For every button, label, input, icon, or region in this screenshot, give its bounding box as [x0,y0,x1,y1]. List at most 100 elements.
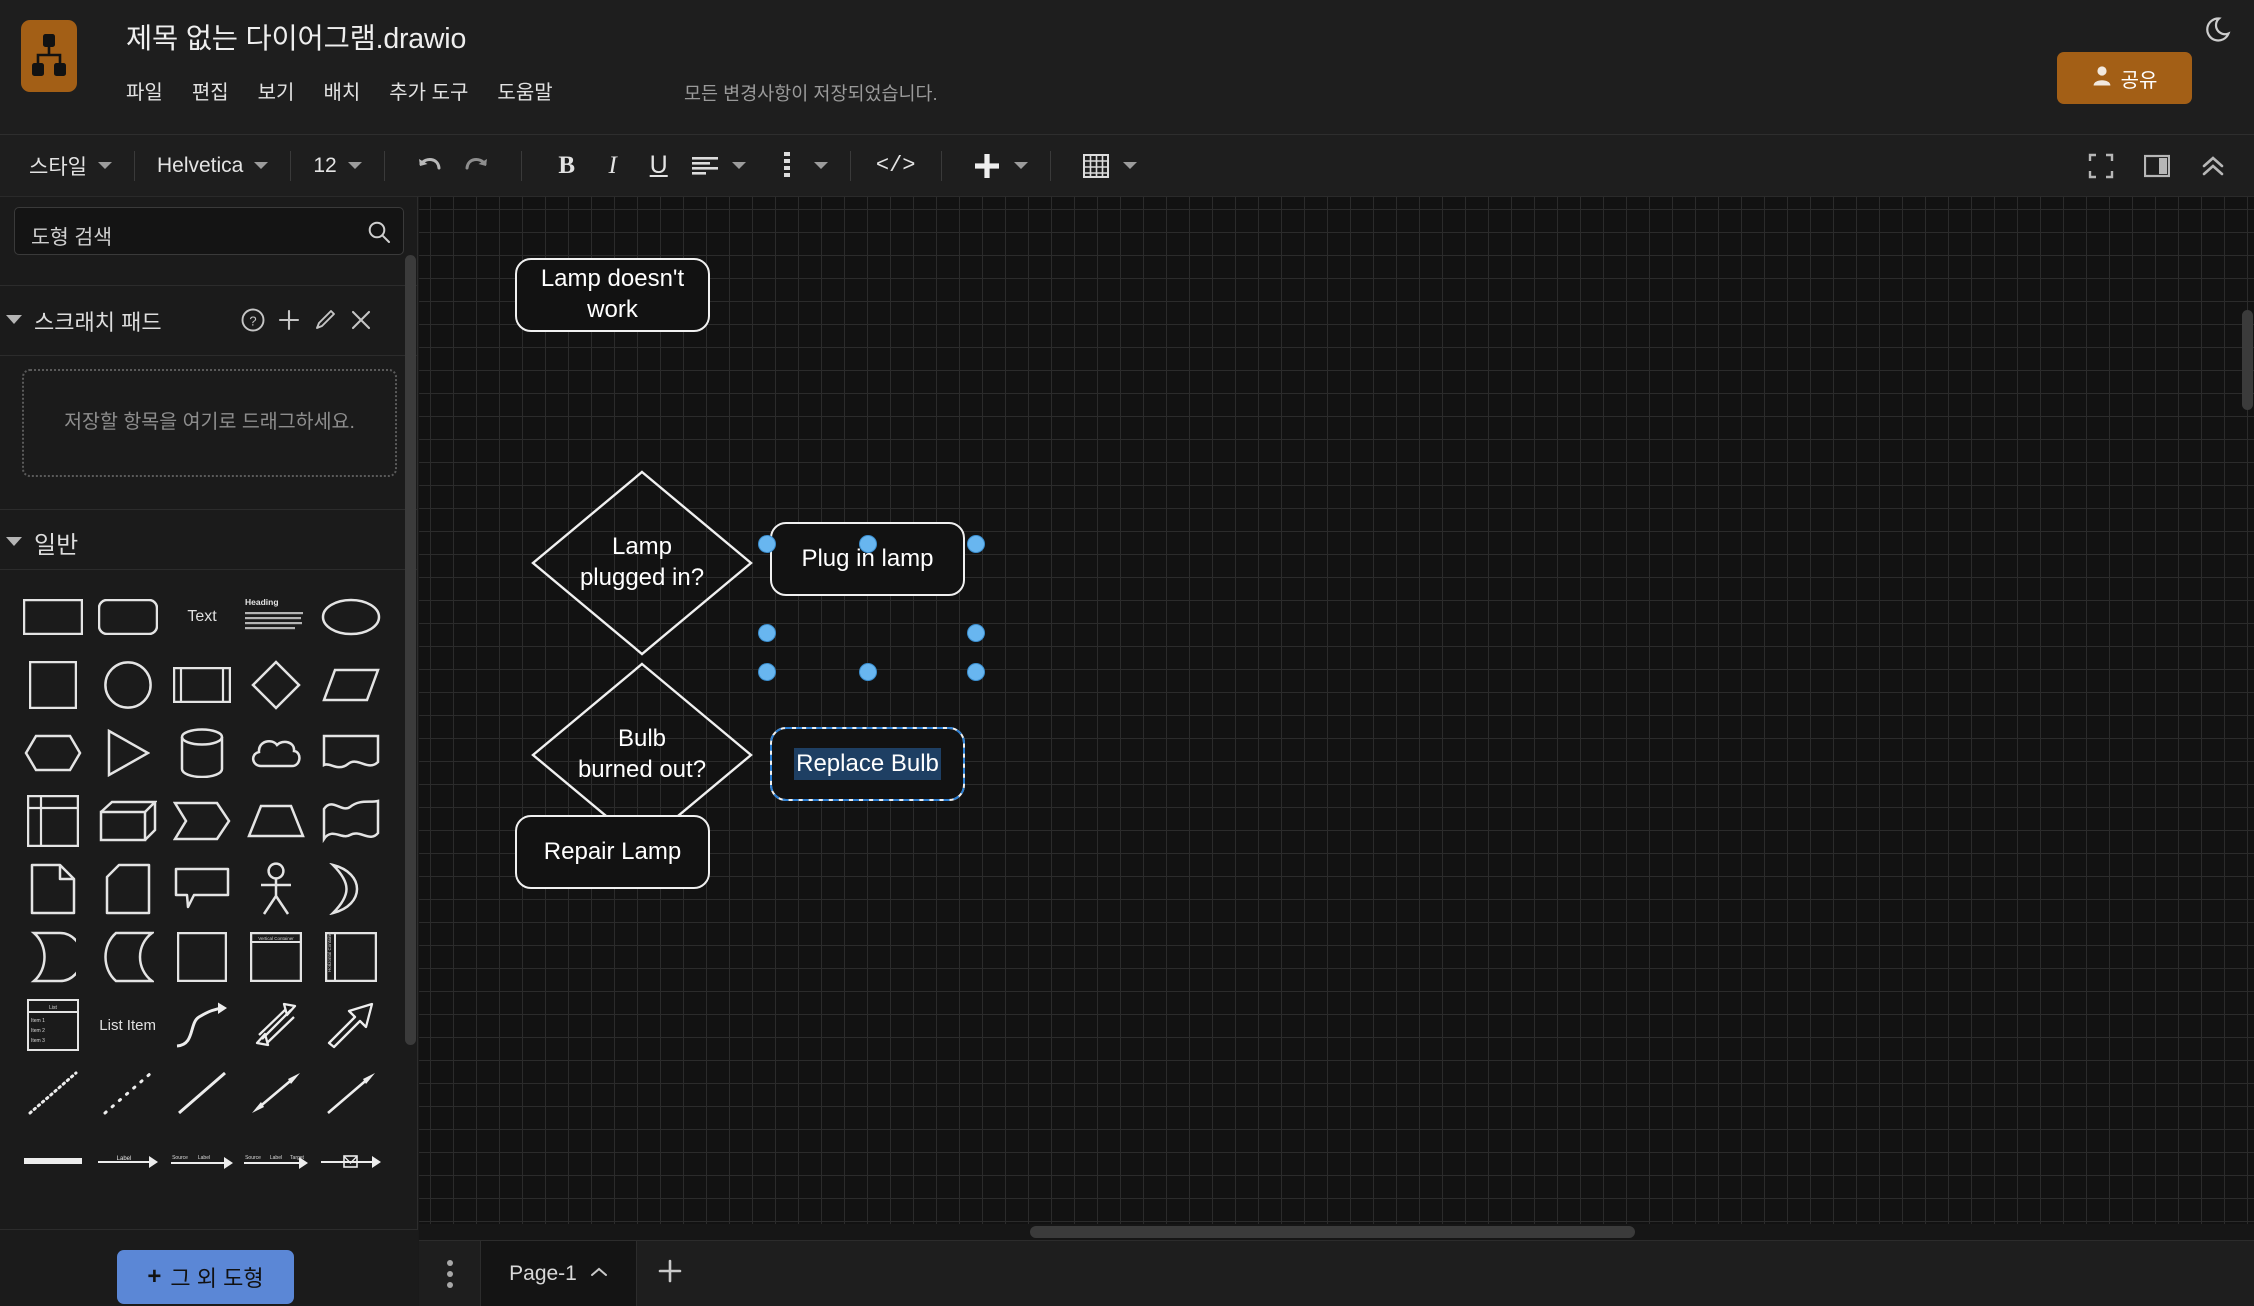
more-shapes-button[interactable]: + 그 외 도형 [117,1250,294,1304]
chevron-down-icon[interactable] [1122,162,1137,169]
shape-rounded-rectangle[interactable] [90,583,164,651]
plus-icon[interactable] [964,143,1010,189]
shape-bidirectional-line[interactable] [239,1059,313,1127]
shape-card[interactable] [90,855,164,923]
shape-source-target-arrow[interactable]: Source Label [165,1127,239,1195]
shape-diamond[interactable] [239,651,313,719]
shape-data-storage[interactable] [16,923,90,991]
font-size-label[interactable]: 12 [313,154,336,178]
shape-hexagon[interactable] [16,719,90,787]
shape-cloud[interactable] [239,719,313,787]
add-page-button[interactable] [637,1241,703,1306]
shape-delay[interactable] [90,923,164,991]
font-family-label[interactable]: Helvetica [157,154,243,178]
redo-button[interactable] [453,143,499,189]
scratchpad-dropzone[interactable]: 저장할 항목을 여기로 드래그하세요. [22,369,397,477]
resize-handle-bottom-left[interactable] [758,663,776,681]
diagram-node-plug-in-lamp[interactable]: Plug in lamp [770,522,965,596]
page-menu-button[interactable] [419,1241,481,1306]
shape-text[interactable]: Text [165,583,239,651]
chevron-double-up-icon[interactable] [2190,143,2236,189]
resize-handle-top-left[interactable] [758,535,776,553]
fullscreen-icon[interactable] [2078,143,2124,189]
shape-plain-line[interactable] [165,1059,239,1127]
font-size-dropdown[interactable]: 12 [313,135,362,197]
table-icon[interactable] [1073,143,1119,189]
shape-step[interactable] [165,787,239,855]
search-input[interactable]: 도형 검색 [14,207,404,255]
chevron-down-icon[interactable] [731,162,746,169]
node-label-selected[interactable]: Replace Bulb [794,747,941,781]
shape-document[interactable] [314,719,388,787]
pencil-icon[interactable] [312,307,338,338]
shape-source-target-label-arrow[interactable]: Source Label Target [239,1127,313,1195]
shape-tape[interactable] [314,787,388,855]
resize-handle-middle-right[interactable] [967,624,985,642]
style-dropdown[interactable]: 스타일 [29,135,112,197]
canvas-vscroll-thumb[interactable] [2242,310,2253,410]
format-panel-icon[interactable] [2134,143,2180,189]
shape-internal-storage[interactable] [16,787,90,855]
resize-handle-middle-left[interactable] [758,624,776,642]
shape-dotted-line-dense[interactable] [16,1059,90,1127]
shape-block-arrow[interactable] [314,991,388,1059]
moon-icon[interactable] [2203,12,2237,46]
page-tab-page-1[interactable]: Page-1 [481,1241,637,1306]
resize-handle-top-right[interactable] [967,535,985,553]
chevron-down-icon[interactable] [813,162,828,169]
shape-circle[interactable] [90,651,164,719]
search-icon[interactable] [367,220,391,249]
shape-note[interactable] [16,855,90,923]
more-vertical-icon[interactable] [764,143,810,189]
shape-actor[interactable] [239,855,313,923]
menu-arrange[interactable]: 배치 [323,76,360,105]
chevron-down-icon[interactable] [254,162,269,169]
shape-parallelogram[interactable] [314,651,388,719]
diagram-node-lamp-doesnt-work[interactable]: Lamp doesn't work [515,258,710,332]
shape-curve-arrow[interactable] [165,991,239,1059]
shape-cube[interactable] [90,787,164,855]
help-circle-icon[interactable]: ? [240,307,266,338]
shape-triangle[interactable] [90,719,164,787]
shape-dotted-line-sparse[interactable] [90,1059,164,1127]
shape-horizontal-container[interactable]: Horizontal Container [314,923,388,991]
shape-or[interactable] [314,855,388,923]
menu-view[interactable]: 보기 [258,76,295,105]
menu-file[interactable]: 파일 [126,76,163,105]
chevron-down-icon[interactable] [1013,162,1028,169]
menu-help[interactable]: 도움말 [497,76,552,105]
chevron-down-icon[interactable] [97,162,112,169]
canvas-hscroll-thumb[interactable] [1030,1226,1635,1238]
document-title[interactable]: 제목 없는 다이어그램.drawio [126,16,466,57]
shape-list-item[interactable]: List Item [90,991,164,1059]
menu-edit[interactable]: 편집 [192,76,229,105]
chevron-down-icon[interactable] [347,162,362,169]
diagram-node-lamp-plugged-in[interactable]: Lamp plugged in? [530,469,754,657]
scratchpad-collapse-arrow[interactable] [6,315,22,324]
general-collapse-arrow[interactable] [6,537,22,546]
shape-container[interactable] [165,923,239,991]
shape-message-arrow[interactable] [314,1127,388,1195]
shape-callout[interactable] [165,855,239,923]
align-left-icon[interactable] [682,143,728,189]
canvas-horizontal-scrollbar[interactable] [419,1224,2254,1240]
shape-bidirectional-arrow[interactable] [239,991,313,1059]
diagram-canvas[interactable]: Lamp doesn't work Lamp plugged in? Plug … [419,197,2254,1224]
sidebar-scrollbar-thumb[interactable] [405,255,416,1045]
resize-handle-bottom-right[interactable] [967,663,985,681]
menu-extras[interactable]: 추가 도구 [389,76,468,105]
shape-ellipse[interactable] [314,583,388,651]
resize-handle-top-center[interactable] [859,535,877,553]
shape-cylinder[interactable] [165,719,239,787]
shape-labeled-arrow[interactable]: Label [90,1127,164,1195]
shape-trapezoid[interactable] [239,787,313,855]
undo-button[interactable] [407,143,453,189]
style-label[interactable]: 스타일 [29,151,87,181]
shape-link-line[interactable] [16,1127,90,1195]
diagram-node-repair-lamp[interactable]: Repair Lamp [515,815,710,889]
underline-button[interactable]: U [636,143,682,189]
diagram-node-replace-bulb[interactable]: Replace Bulb [770,727,965,801]
edit-style-button[interactable]: </> [873,143,919,189]
sidebar-scrollbar[interactable] [404,255,417,1301]
shape-process[interactable] [165,651,239,719]
